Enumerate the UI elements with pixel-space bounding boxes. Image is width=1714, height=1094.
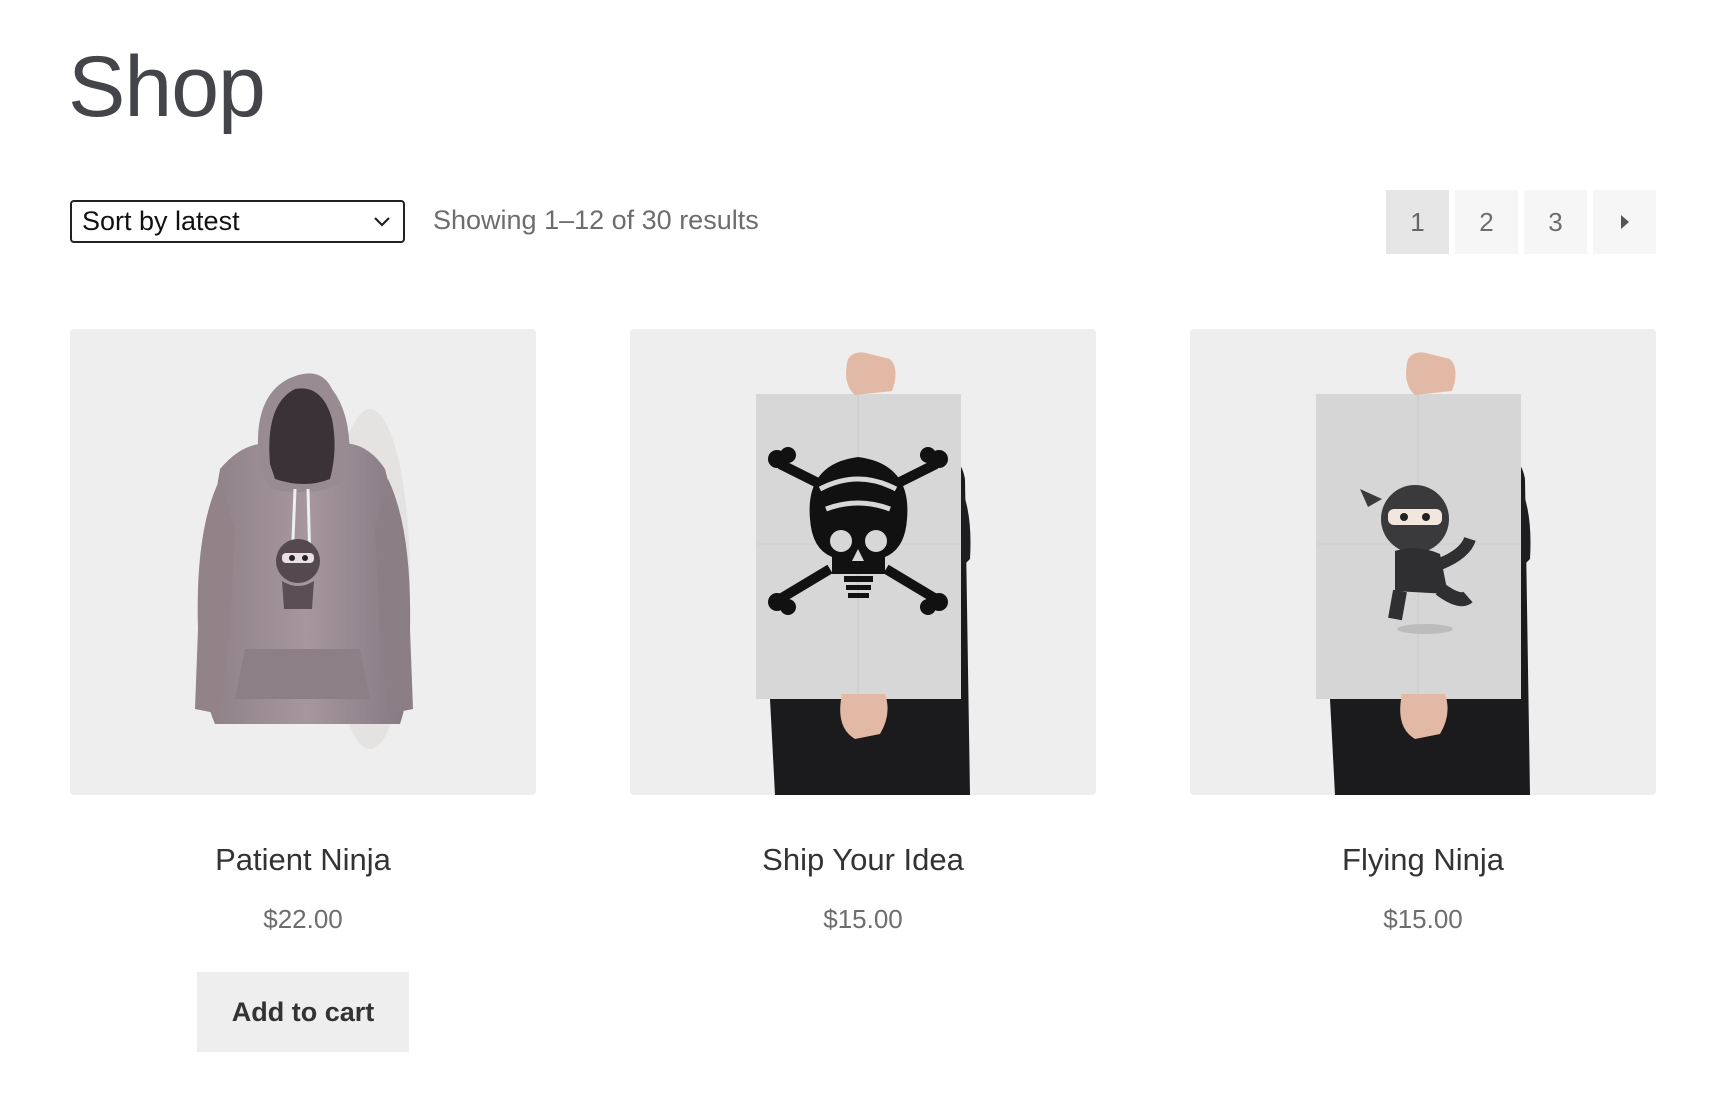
ninja-poster-image[interactable]	[1190, 329, 1656, 795]
pagination: 1 2 3	[1386, 190, 1656, 254]
page-2-link[interactable]: 2	[1455, 190, 1518, 254]
next-page-button[interactable]	[1593, 190, 1656, 254]
hoodie-ninja-image[interactable]	[70, 329, 536, 795]
product-title[interactable]: Flying Ninja	[1190, 842, 1656, 878]
chevron-down-icon	[371, 211, 393, 233]
sort-dropdown[interactable]: Sort by latest	[70, 200, 405, 243]
product-card: Ship Your Idea $15.00	[630, 329, 1096, 935]
product-title[interactable]: Patient Ninja	[70, 842, 536, 878]
page-title: Shop	[68, 39, 266, 135]
skull-poster-image[interactable]	[630, 329, 1096, 795]
shop-page: Shop Sort by latest Showing 1–12 of 30 r…	[0, 0, 1714, 1094]
product-title[interactable]: Ship Your Idea	[630, 842, 1096, 878]
result-count: Showing 1–12 of 30 results	[433, 205, 759, 235]
triangle-right-icon	[1619, 207, 1631, 238]
product-price: $15.00	[1383, 904, 1463, 934]
page-3-link[interactable]: 3	[1524, 190, 1587, 254]
add-to-cart-button[interactable]: Add to cart	[197, 972, 409, 1052]
page-1-current: 1	[1386, 190, 1449, 254]
product-card: Flying Ninja $15.00	[1190, 329, 1656, 935]
sort-dropdown-value: Sort by latest	[82, 206, 240, 236]
product-price: $15.00	[823, 904, 903, 934]
product-card: Patient Ninja $22.00 Add to cart	[70, 329, 536, 1052]
product-price: $22.00	[263, 904, 343, 934]
